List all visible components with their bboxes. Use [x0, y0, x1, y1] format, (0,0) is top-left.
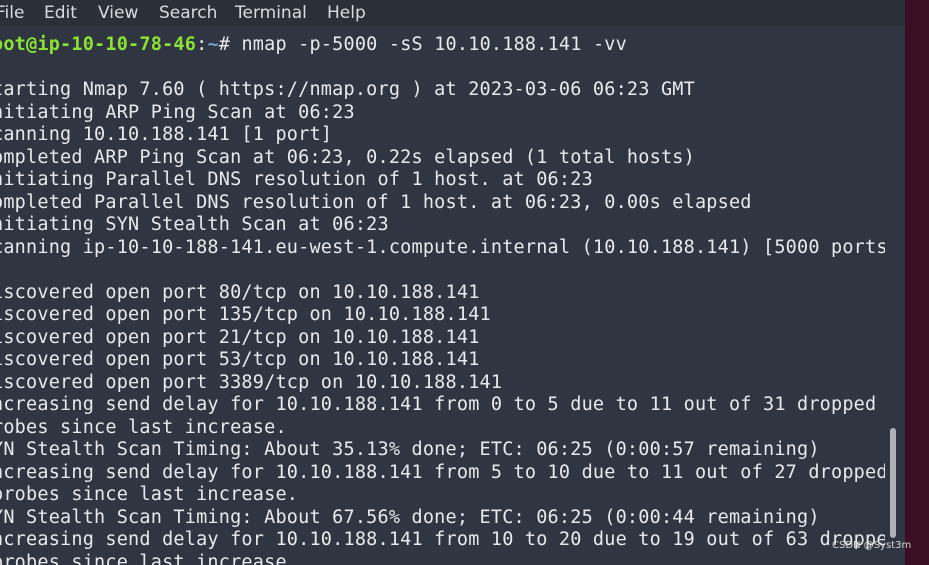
- terminal-line: probes since last increase.: [0, 484, 299, 505]
- menu-edit[interactable]: Edit: [44, 0, 77, 26]
- terminal-line: iscovered open port 135/tcp on 10.10.188…: [0, 304, 491, 325]
- menu-search[interactable]: Search: [159, 0, 217, 26]
- terminal-line: canning ip-10-10-188-141.eu-west-1.compu…: [0, 236, 885, 258]
- prompt-symbol: #: [218, 34, 242, 55]
- terminal-line: iscovered open port 53/tcp on 10.10.188.…: [0, 349, 480, 370]
- terminal-line: nitiating ARP Ping Scan at 06:23: [0, 101, 355, 123]
- prompt-user-host: oot@ip-10-10-78-46: [0, 34, 197, 55]
- prompt-path: ~: [207, 34, 219, 55]
- terminal-line: ncreasing send delay for 10.10.188.141 f…: [0, 529, 885, 550]
- terminal-line: YN Stealth Scan Timing: About 67.56% don…: [0, 506, 820, 528]
- terminal-line: iscovered open port 21/tcp on 10.10.188.…: [0, 326, 480, 348]
- scrollbar-thumb[interactable]: [890, 428, 896, 538]
- terminal-line: tarting Nmap 7.60 ( https://nmap.org ) a…: [0, 79, 695, 100]
- terminal-output[interactable]: oot@ip-10-10-78-46:~# nmap -p-5000 -sS 1…: [0, 26, 885, 565]
- prompt-separator: :: [196, 34, 208, 55]
- terminal-line: probes since last increase: [0, 551, 287, 565]
- terminal-line: ncreasing send delay for 10.10.188.141 f…: [0, 461, 885, 483]
- terminal-line: nitiating Parallel DNS resolution of 1 h…: [0, 169, 593, 190]
- terminal-line: ncreasing send delay for 10.10.188.141 f…: [0, 394, 877, 415]
- menu-help[interactable]: Help: [327, 0, 366, 26]
- terminal-line: robes since last increase.: [0, 416, 287, 438]
- menu-view[interactable]: View: [98, 0, 138, 26]
- desktop-background-edge: [905, 0, 929, 565]
- menu-bar: File Edit View Search Terminal Help: [0, 0, 905, 26]
- terminal-line: iscovered open port 3389/tcp on 10.10.18…: [0, 371, 503, 393]
- terminal-line: ompleted ARP Ping Scan at 06:23, 0.22s e…: [0, 146, 695, 168]
- terminal-line: ompleted Parallel DNS resolution of 1 ho…: [0, 191, 752, 213]
- terminal-line: iscovered open port 80/tcp on 10.10.188.…: [0, 281, 480, 303]
- menu-file[interactable]: File: [0, 0, 24, 26]
- menu-terminal[interactable]: Terminal: [235, 0, 307, 26]
- terminal-line: nitiating SYN Stealth Scan at 06:23: [0, 214, 389, 235]
- terminal-line: canning 10.10.188.141 [1 port]: [0, 124, 333, 145]
- terminal-line: YN Stealth Scan Timing: About 35.13% don…: [0, 439, 820, 460]
- prompt-command: nmap -p-5000 -sS 10.10.188.141 -vv: [241, 34, 627, 55]
- terminal-prompt-line: oot@ip-10-10-78-46:~# nmap -p-5000 -sS 1…: [0, 34, 627, 56]
- watermark: CSDN @Syst3m: [832, 540, 912, 551]
